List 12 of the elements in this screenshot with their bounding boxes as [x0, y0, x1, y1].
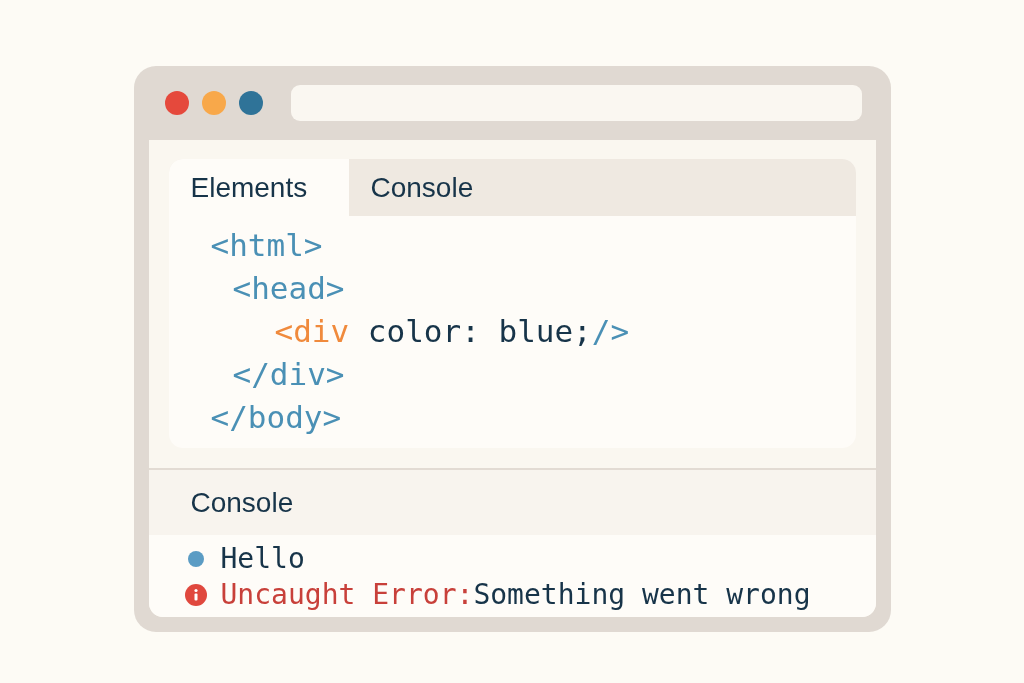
close-icon[interactable] — [164, 91, 189, 115]
code-line: <head> — [232, 269, 345, 309]
error-icon — [184, 584, 207, 606]
code-line: </body> — [210, 398, 342, 438]
code-line: </div> — [232, 355, 345, 395]
code-line: <div color: blue;/> — [274, 312, 630, 352]
code-line: <html> — [210, 226, 323, 266]
code-line: Hello — [220, 541, 305, 577]
console-title: Console — [190, 485, 294, 520]
code-line: Uncaught Error:Something went wrong — [220, 577, 811, 613]
maximize-icon[interactable] — [238, 91, 263, 115]
tab[interactable]: Elements — [168, 159, 349, 216]
